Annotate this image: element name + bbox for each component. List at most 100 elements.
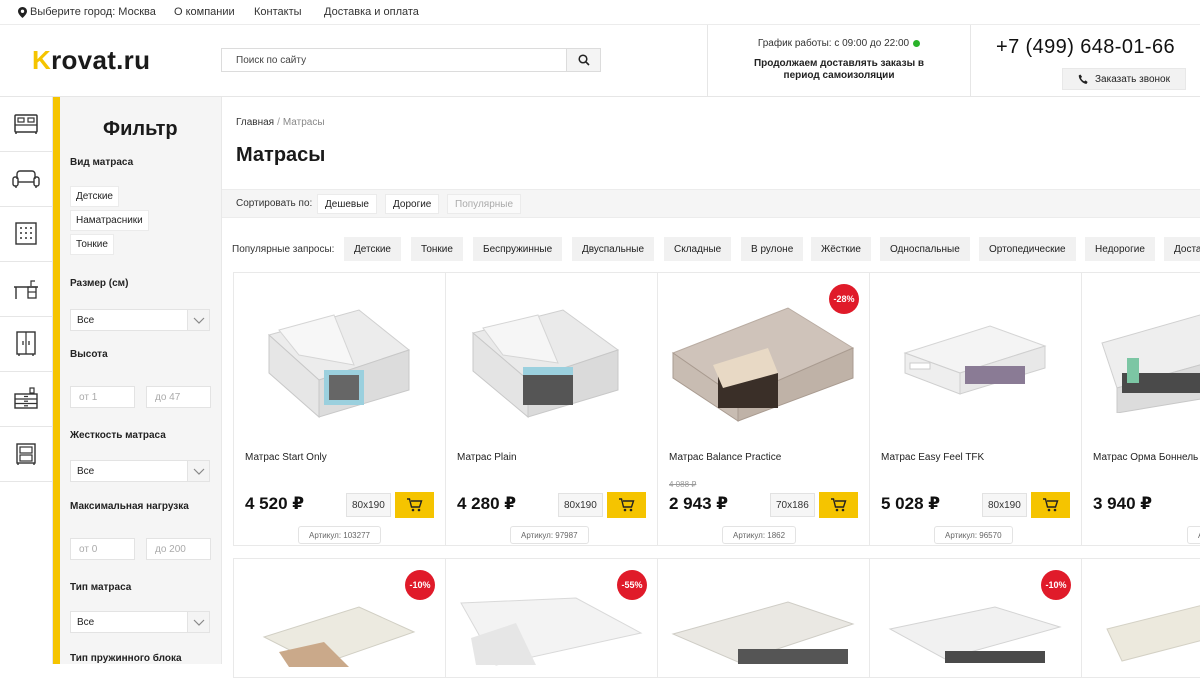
- product-card[interactable]: Матрас Plain 4 280 ₽ 80x190 Артикул: 979…: [445, 272, 658, 546]
- product-card[interactable]: Матрас Easy Feel TFK 5 028 ₽ 80x190 Арти…: [869, 272, 1082, 546]
- breadcrumb: Главная / Матрасы: [236, 117, 325, 128]
- product-name[interactable]: Матрас Plain: [457, 452, 517, 463]
- callback-label: Заказать звонок: [1095, 73, 1170, 85]
- product-size[interactable]: 80x190: [982, 493, 1027, 517]
- size-select[interactable]: Все: [70, 309, 210, 331]
- firmness-select-value: Все: [77, 465, 95, 477]
- location-pin-icon: [18, 6, 27, 18]
- product-card[interactable]: Матрас Орма Боннель 3 940 ₽ Артикул: 93: [1081, 272, 1200, 546]
- firmness-select[interactable]: Все: [70, 460, 210, 482]
- product-price: 4 520 ₽: [245, 494, 305, 513]
- discount-badge: -55%: [617, 570, 647, 600]
- popular-chip[interactable]: Двуспальные: [572, 237, 655, 261]
- rail-cabinets[interactable]: [0, 317, 52, 372]
- phone-number[interactable]: +7 (499) 648-01-66: [996, 36, 1175, 59]
- height-to-input[interactable]: до 47: [146, 386, 211, 408]
- filter-size-label: Размер (см): [70, 278, 129, 289]
- cabinet-icon: [16, 331, 36, 356]
- breadcrumb-home[interactable]: Главная: [236, 117, 274, 128]
- product-price: 2 943 ₽: [669, 494, 729, 513]
- sort-popular-button[interactable]: Популярные: [447, 194, 522, 214]
- filter-chip-kids[interactable]: Детские: [70, 186, 119, 207]
- nightstand-icon: [16, 443, 36, 465]
- product-name[interactable]: Матрас Орма Боннель: [1093, 452, 1198, 463]
- product-size[interactable]: 80x190: [346, 493, 391, 517]
- product-size[interactable]: 70x186: [770, 493, 815, 517]
- sort-bar: Сортировать по: Дешевые Дорогие Популярн…: [222, 189, 1200, 218]
- sort-label: Сортировать по:: [236, 198, 313, 209]
- filter-firmness-label: Жесткость матраса: [70, 430, 166, 441]
- discount-badge: -28%: [829, 284, 859, 314]
- wardrobe-icon: [15, 222, 37, 245]
- city-label: Выберите город: Москва: [30, 6, 156, 18]
- popular-chip[interactable]: Складные: [664, 237, 732, 261]
- product-size[interactable]: 80x190: [558, 493, 603, 517]
- height-from-input[interactable]: от 1: [70, 386, 135, 408]
- add-to-cart-button[interactable]: [607, 492, 646, 518]
- sort-cheap-button[interactable]: Дешевые: [317, 194, 377, 214]
- product-image: [888, 606, 1062, 663]
- rail-nightstands[interactable]: [0, 427, 52, 482]
- work-hours: График работы: с 09:00 до 22:00 Продолжа…: [707, 25, 971, 96]
- load-to-input[interactable]: до 200: [146, 538, 211, 560]
- product-article: Артикул: 97987: [510, 526, 589, 544]
- load-from-input[interactable]: от 0: [70, 538, 135, 560]
- rail-dressers[interactable]: [0, 372, 52, 427]
- site-logo[interactable]: Krovat.ru: [32, 45, 150, 76]
- phone-icon: [1078, 74, 1088, 84]
- rail-beds[interactable]: [0, 97, 52, 152]
- popular-chip[interactable]: Недорогие: [1085, 237, 1155, 261]
- product-card[interactable]: Матрас Start Only 4 520 ₽ 80x190 Артикул…: [233, 272, 446, 546]
- filter-spring-label: Тип пружинного блока: [70, 653, 182, 664]
- product-article: Артикул: 96570: [934, 526, 1013, 544]
- rail-desks[interactable]: [0, 262, 52, 317]
- kind-select[interactable]: Все: [70, 611, 210, 633]
- product-name[interactable]: Матрас Balance Practice: [669, 452, 781, 463]
- kind-select-value: Все: [77, 616, 95, 628]
- popular-chip[interactable]: В рулоне: [741, 237, 804, 261]
- chevron-down-icon: [193, 317, 204, 324]
- rail-sofas[interactable]: [0, 152, 52, 207]
- product-image: [903, 325, 1047, 395]
- dresser-icon: [14, 387, 38, 409]
- product-card[interactable]: -28% Матрас Balance Practice 4 088 ₽ 2 9…: [657, 272, 870, 546]
- search-button[interactable]: [566, 49, 600, 71]
- sort-expensive-button[interactable]: Дорогие: [385, 194, 440, 214]
- popular-chip[interactable]: Беспружинные: [473, 237, 563, 261]
- product-card[interactable]: -10%: [869, 558, 1082, 678]
- product-image: [262, 606, 416, 667]
- search-input[interactable]: [222, 49, 566, 71]
- product-name[interactable]: Матрас Easy Feel TFK: [881, 452, 984, 463]
- nav-about[interactable]: О компании: [174, 6, 235, 18]
- rail-wardrobes[interactable]: [0, 207, 52, 262]
- city-selector[interactable]: Выберите город: Москва: [18, 6, 156, 18]
- nav-contacts[interactable]: Контакты: [254, 6, 302, 18]
- add-to-cart-button[interactable]: [1031, 492, 1070, 518]
- add-to-cart-button[interactable]: [819, 492, 858, 518]
- filter-chip-thin[interactable]: Тонкие: [70, 234, 114, 255]
- popular-chip[interactable]: Детские: [344, 237, 401, 261]
- callback-button[interactable]: Заказать звонок: [1062, 68, 1186, 90]
- nav-delivery[interactable]: Доставка и оплата: [324, 6, 419, 18]
- site-header: Krovat.ru График работы: с 09:00 до 22:0…: [0, 25, 1200, 97]
- popular-chip[interactable]: Ортопедические: [979, 237, 1076, 261]
- product-card[interactable]: -10%: [233, 558, 446, 678]
- category-rail: [0, 97, 53, 664]
- chevron-down-icon: [193, 468, 204, 475]
- hours-text: График работы: с 09:00 до 22:00: [757, 38, 910, 49]
- product-card[interactable]: -55%: [445, 558, 658, 678]
- product-image: [267, 309, 411, 419]
- popular-chip[interactable]: Доста: [1164, 237, 1200, 261]
- top-bar: Выберите город: Москва О компании Контак…: [0, 0, 1200, 25]
- product-name[interactable]: Матрас Start Only: [245, 452, 327, 463]
- popular-chip[interactable]: Односпальные: [880, 237, 970, 261]
- popular-chip[interactable]: Тонкие: [411, 237, 463, 261]
- discount-badge: -10%: [405, 570, 435, 600]
- accent-bar: [53, 97, 60, 664]
- product-card[interactable]: [1081, 558, 1200, 678]
- add-to-cart-button[interactable]: [395, 492, 434, 518]
- page-title: Матрасы: [236, 144, 326, 166]
- popular-chip[interactable]: Жёсткие: [811, 237, 871, 261]
- product-card[interactable]: [657, 558, 870, 678]
- filter-chip-toppers[interactable]: Наматрасники: [70, 210, 149, 231]
